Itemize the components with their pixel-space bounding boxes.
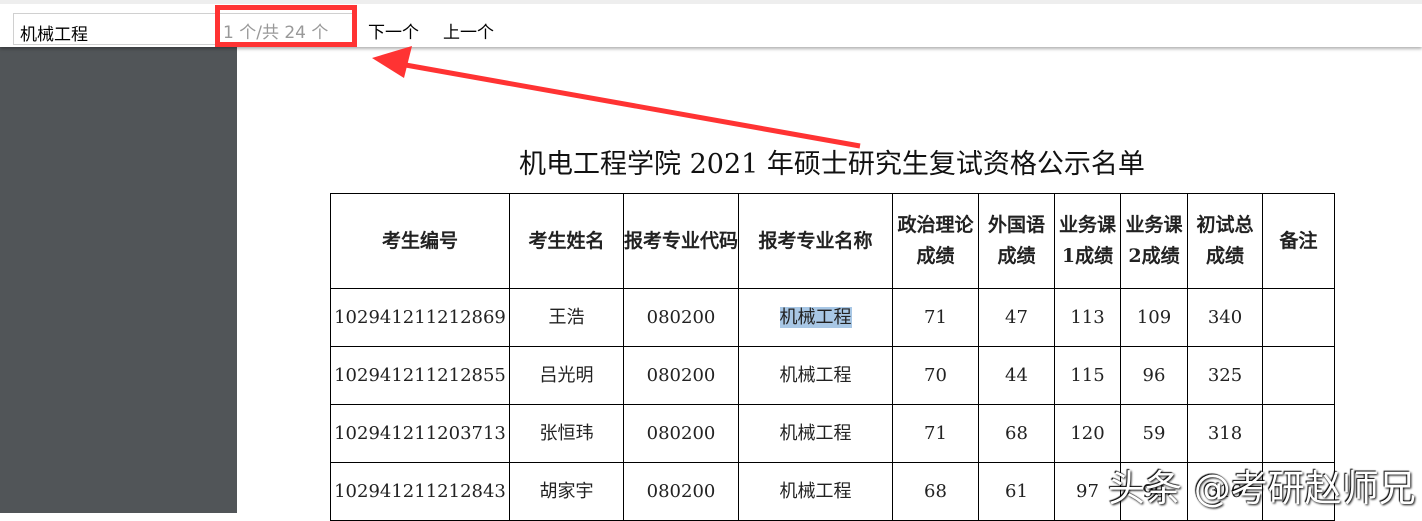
annotation-arrow	[372, 46, 861, 149]
watermark: 头条 @考研赵师兄	[1108, 467, 1416, 510]
